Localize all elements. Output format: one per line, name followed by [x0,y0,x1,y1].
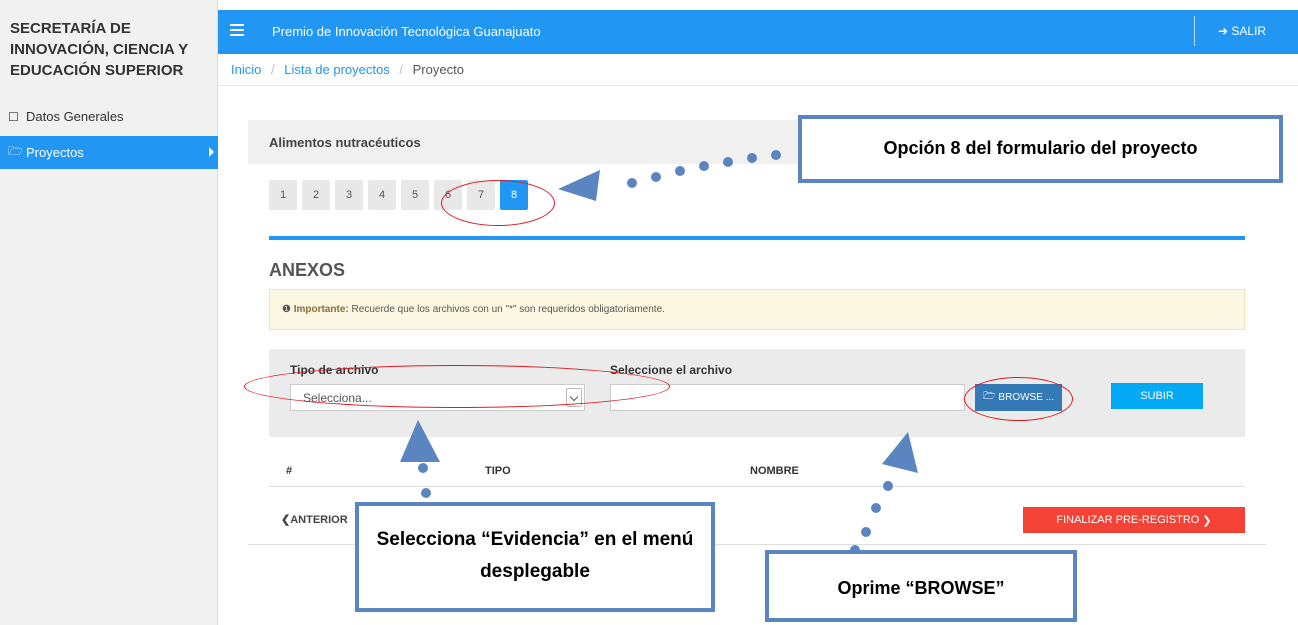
sidebar-item-label: Datos Generales [26,109,124,124]
upload-button[interactable]: SUBIR [1111,383,1203,409]
breadcrumb-inicio[interactable]: Inicio [231,62,261,77]
section-title: ANEXOS [269,260,346,280]
step-1[interactable]: 1 [269,180,297,210]
column-number: # [286,465,293,477]
breadcrumb-separator: / [270,62,275,77]
callout-browse: Oprime “BROWSE” [765,550,1077,622]
finish-label: FINALIZAR PRE-REGISTRO [1056,514,1200,526]
step-5[interactable]: 5 [401,180,429,210]
chevron-left-icon: ❮ [281,514,291,526]
square-icon: ☐ [8,109,19,124]
important-alert: ❶ Importante: Recuerde que los archivos … [269,289,1245,330]
sidebar-item-datos-generales[interactable]: ☐ Datos Generales [0,100,218,133]
logout-button[interactable]: ➜ SALIR [1218,24,1266,38]
attachments-table-header: # TIPO NOMBRE [269,455,1245,487]
app-title: Premio de Innovación Tecnológica Guanaju… [272,24,541,39]
step-2[interactable]: 2 [302,180,330,210]
sidebar-item-label: Proyectos [26,145,84,160]
breadcrumb-current: Proyecto [412,62,464,77]
page: SECRETARÍA DE INNOVACIÓN, CIENCIA Y EDUC… [0,0,1298,625]
breadcrumb-lista-proyectos[interactable]: Lista de proyectos [284,62,390,77]
callout-step-8: Opción 8 del formulario del proyecto [798,115,1283,183]
previous-label: ANTERIOR [290,514,348,526]
top-bar: Premio de Innovación Tecnológica Guanaju… [218,10,1298,54]
sign-out-icon: ➜ [1218,24,1232,38]
sidebar-item-proyectos[interactable]: 🗁 Proyectos [0,136,218,169]
sidebar: SECRETARÍA DE INNOVACIÓN, CIENCIA Y EDUC… [0,0,218,625]
callout-select-evidence: Selecciona “Evidencia” en el menú desple… [355,502,715,612]
alert-strong: Importante: [293,304,349,315]
caret-right-icon [209,147,214,157]
project-panel: Alimentos nutracéuticos 1 2 3 4 5 6 7 8 … [248,120,1266,545]
step-3[interactable]: 3 [335,180,363,210]
column-type: TIPO [485,465,511,477]
highlight-circle-select [244,365,670,408]
highlight-circle-steps [441,180,555,226]
finish-preregistration-button[interactable]: FINALIZAR PRE-REGISTRO ❯ [1023,507,1245,533]
logout-label: SALIR [1231,24,1267,38]
topbar-divider [1194,16,1195,46]
section-divider [269,236,1245,240]
info-icon: ❶ [282,304,294,315]
column-name: NOMBRE [750,465,799,477]
alert-text: Recuerde que los archivos con un "*" son… [351,304,665,315]
chevron-right-icon: ❯ [1199,514,1212,527]
step-4[interactable]: 4 [368,180,396,210]
breadcrumb-separator: / [399,62,403,77]
org-title: SECRETARÍA DE INNOVACIÓN, CIENCIA Y EDUC… [10,20,188,79]
highlight-circle-browse [964,377,1073,421]
previous-button[interactable]: ❮ANTERIOR [281,513,348,526]
menu-icon[interactable] [230,24,244,36]
breadcrumb: Inicio / Lista de proyectos / Proyecto [218,54,1298,86]
folder-open-icon: 🗁 [8,144,23,158]
